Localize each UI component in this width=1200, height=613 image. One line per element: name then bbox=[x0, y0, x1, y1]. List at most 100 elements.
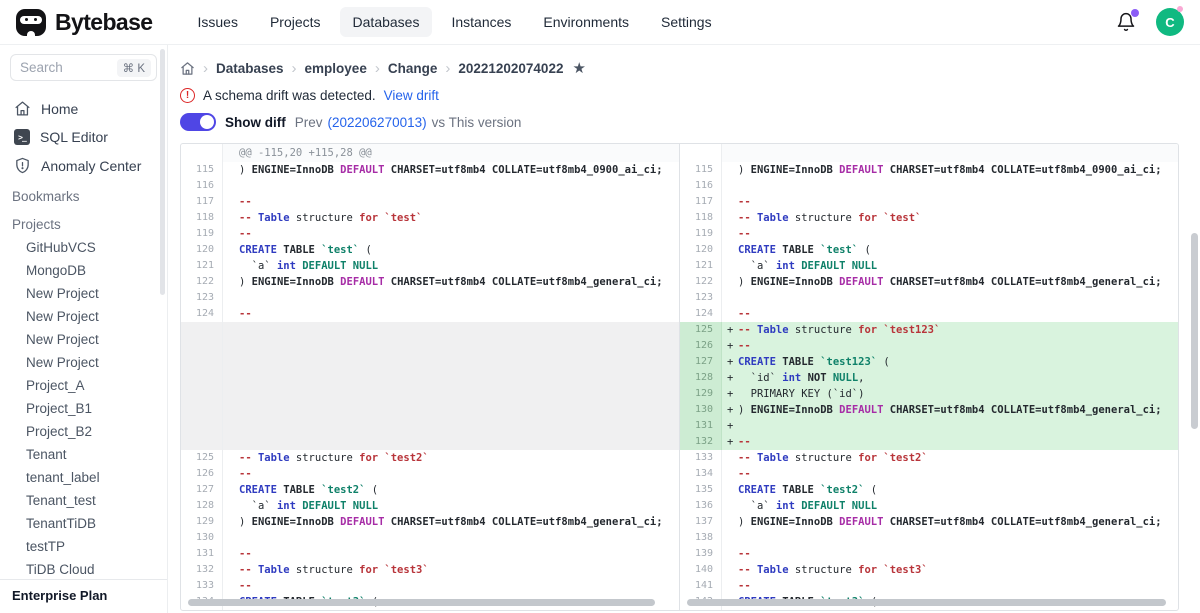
diff-line: 128+ `id` int NOT NULL, bbox=[680, 370, 1178, 386]
diff-line: 115) ENGINE=InnoDB DEFAULT CHARSET=utf8m… bbox=[680, 162, 1178, 178]
added-line-marker: + bbox=[727, 418, 733, 434]
sidebar-item-home[interactable]: Home bbox=[0, 94, 167, 123]
nav-item-projects[interactable]: Projects bbox=[257, 7, 334, 37]
diff-line: 120CREATE TABLE `test` ( bbox=[181, 242, 679, 258]
diff-line: 135CREATE TABLE `test2` ( bbox=[680, 482, 1178, 498]
nav-item-issues[interactable]: Issues bbox=[184, 7, 250, 37]
diff-line: 127+CREATE TABLE `test123` ( bbox=[680, 354, 1178, 370]
diff-toolbar: Show diff Prev (202206270013) vs This ve… bbox=[180, 113, 1200, 131]
sidebar-project-new-project[interactable]: New Project bbox=[0, 328, 167, 351]
page-scrollbar[interactable] bbox=[1191, 233, 1198, 429]
star-icon[interactable]: ★ bbox=[572, 59, 585, 77]
diff-line: 119-- bbox=[181, 226, 679, 242]
avatar-letter: C bbox=[1165, 15, 1174, 30]
sidebar: Search ⌘ K Home >_ SQL Editor Anomaly Ce… bbox=[0, 45, 168, 613]
diff-line: 141-- bbox=[680, 578, 1178, 594]
diff-line: 116 bbox=[181, 178, 679, 194]
nav-item-environments[interactable]: Environments bbox=[530, 7, 642, 37]
added-line-marker: + bbox=[727, 386, 733, 402]
sidebar-project-mongodb[interactable]: MongoDB bbox=[0, 259, 167, 282]
sidebar-project-new-project[interactable]: New Project bbox=[0, 305, 167, 328]
toggle-label: Show diff bbox=[225, 115, 286, 130]
breadcrumb: › Databases › employee › Change › 2022120207402… bbox=[180, 59, 1200, 77]
breadcrumb-item-20221202074022[interactable]: 20221202074022 bbox=[458, 61, 563, 76]
added-line-marker: + bbox=[727, 370, 733, 386]
horizontal-scrollbar-left[interactable] bbox=[188, 599, 655, 606]
main-nav: IssuesProjectsDatabasesInstancesEnvironm… bbox=[184, 7, 730, 37]
sidebar-project-project-b1[interactable]: Project_B1 bbox=[0, 397, 167, 420]
sidebar-project-new-project[interactable]: New Project bbox=[0, 282, 167, 305]
diff-line: 127CREATE TABLE `test2` ( bbox=[181, 482, 679, 498]
brand[interactable]: Bytebase bbox=[16, 9, 152, 36]
topnav-right: C bbox=[1116, 8, 1184, 36]
avatar-status-dot bbox=[1177, 6, 1183, 12]
diff-line: 140-- Table structure for `test3` bbox=[680, 562, 1178, 578]
sidebar-item-anomaly-center[interactable]: Anomaly Center bbox=[0, 151, 167, 180]
diff-line: 126+-- bbox=[680, 338, 1178, 354]
diff-line: 131-- bbox=[181, 546, 679, 562]
diff-line: 115) ENGINE=InnoDB DEFAULT CHARSET=utf8m… bbox=[181, 162, 679, 178]
diff-line: 117-- bbox=[680, 194, 1178, 210]
breadcrumb-item-change[interactable]: Change bbox=[388, 61, 438, 76]
diff-line: 119-- bbox=[680, 226, 1178, 242]
sidebar-project-tenant-label[interactable]: tenant_label bbox=[0, 466, 167, 489]
added-line-marker: + bbox=[727, 434, 733, 450]
sidebar-project-project-b2[interactable]: Project_B2 bbox=[0, 420, 167, 443]
sql-editor-icon: >_ bbox=[14, 129, 30, 145]
diff-line: 130 bbox=[181, 530, 679, 546]
chevron-right-icon: › bbox=[375, 61, 380, 76]
sidebar-project-testtp[interactable]: testTP bbox=[0, 535, 167, 558]
schema-drift-alert: ! A schema drift was detected. View drif… bbox=[180, 88, 1200, 103]
sidebar-scrollbar[interactable] bbox=[160, 49, 165, 295]
horizontal-scrollbar-right[interactable] bbox=[687, 599, 1166, 606]
diff-line: 128 `a` int DEFAULT NULL bbox=[181, 498, 679, 514]
sidebar-project-tenant-test[interactable]: Tenant_test bbox=[0, 489, 167, 512]
diff-line: 123 bbox=[181, 290, 679, 306]
sidebar-section-projects[interactable]: Projects bbox=[0, 208, 167, 236]
sidebar-project-tidb-cloud[interactable]: TiDB Cloud bbox=[0, 558, 167, 581]
diff-line: 134-- bbox=[680, 466, 1178, 482]
chevron-right-icon: › bbox=[445, 61, 450, 76]
top-navigation: Bytebase IssuesProjectsDatabasesInstance… bbox=[0, 0, 1200, 45]
diff-line: 125+-- Table structure for `test123` bbox=[680, 322, 1178, 338]
added-line-marker: + bbox=[727, 322, 733, 338]
diff-line: 122) ENGINE=InnoDB DEFAULT CHARSET=utf8m… bbox=[181, 274, 679, 290]
diff-line: 116 bbox=[680, 178, 1178, 194]
view-drift-link[interactable]: View drift bbox=[384, 88, 439, 103]
diff-header-row bbox=[680, 144, 1178, 162]
prev-version-link[interactable]: (202206270013) bbox=[328, 115, 427, 130]
sidebar-project-tenant[interactable]: Tenant bbox=[0, 443, 167, 466]
nav-item-instances[interactable]: Instances bbox=[438, 7, 524, 37]
breadcrumb-item-databases[interactable]: Databases bbox=[216, 61, 284, 76]
added-line-marker: + bbox=[727, 338, 733, 354]
vs-label: vs This version bbox=[432, 115, 522, 130]
sidebar-project-project-a[interactable]: Project_A bbox=[0, 374, 167, 397]
diff-line: 125-- Table structure for `test2` bbox=[181, 450, 679, 466]
toggle-knob bbox=[200, 115, 214, 129]
breadcrumb-item-employee[interactable]: employee bbox=[305, 61, 367, 76]
alert-message: A schema drift was detected. bbox=[203, 88, 376, 103]
sidebar-project-new-project[interactable]: New Project bbox=[0, 351, 167, 374]
search-input[interactable]: Search ⌘ K bbox=[10, 54, 157, 81]
home-breadcrumb-icon[interactable] bbox=[180, 61, 195, 76]
nav-item-settings[interactable]: Settings bbox=[648, 7, 725, 37]
diff-hunk-header: @@ -115,20 +115,28 @@ bbox=[223, 144, 679, 162]
chevron-right-icon: › bbox=[292, 61, 297, 76]
nav-item-databases[interactable]: Databases bbox=[340, 7, 433, 37]
avatar[interactable]: C bbox=[1156, 8, 1184, 36]
diff-line: 123 bbox=[680, 290, 1178, 306]
show-diff-toggle[interactable] bbox=[180, 113, 216, 131]
anomaly-center-icon bbox=[14, 157, 31, 174]
project-list: GitHubVCSMongoDBNew ProjectNew ProjectNe… bbox=[0, 236, 167, 581]
added-line-marker: + bbox=[727, 354, 733, 370]
sidebar-section-bookmarks[interactable]: Bookmarks bbox=[0, 180, 167, 208]
chevron-right-icon: › bbox=[203, 61, 208, 76]
diff-panel-current: 115) ENGINE=InnoDB DEFAULT CHARSET=utf8m… bbox=[680, 144, 1178, 610]
sidebar-item-sql-editor[interactable]: >_ SQL Editor bbox=[0, 123, 167, 151]
sidebar-project-tenanttidb[interactable]: TenantTiDB bbox=[0, 512, 167, 535]
bell-icon[interactable] bbox=[1116, 12, 1136, 32]
sidebar-project-githubvcs[interactable]: GitHubVCS bbox=[0, 236, 167, 259]
diff-line: 132-- Table structure for `test3` bbox=[181, 562, 679, 578]
diff-line: 136 `a` int DEFAULT NULL bbox=[680, 498, 1178, 514]
home-icon bbox=[14, 100, 31, 117]
